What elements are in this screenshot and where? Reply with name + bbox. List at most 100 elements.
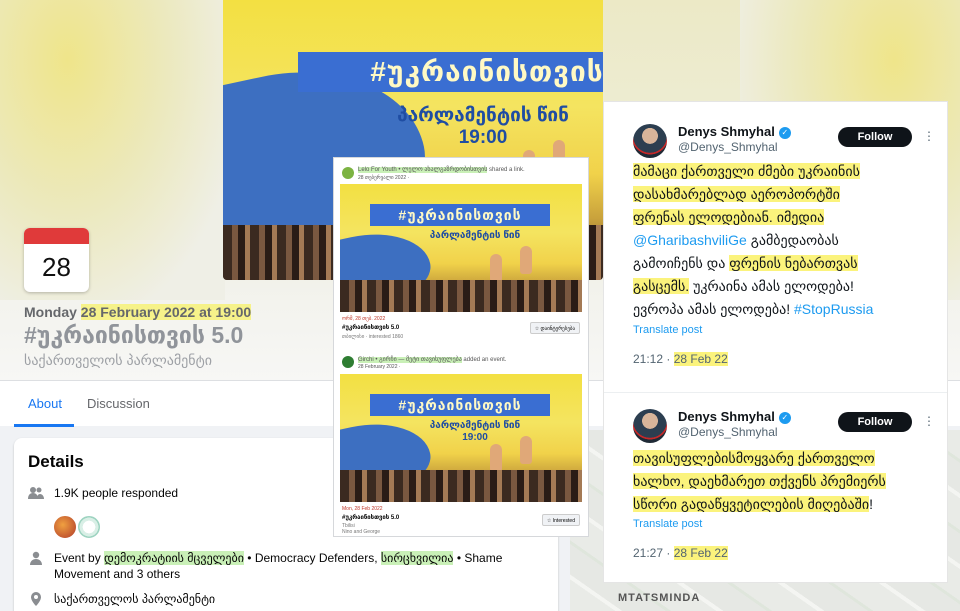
cover-hashtag: #უკრაინისთვის	[370, 394, 550, 416]
event-date-highlight: 28 February 2022 at 19:00	[80, 304, 252, 320]
cover-hashtag: #უკრაინისთვის	[298, 52, 603, 92]
avatar[interactable]	[342, 167, 354, 179]
post-date: 28 February 2022 ·	[358, 364, 401, 370]
tweet-time: 21:12 ·	[633, 352, 674, 366]
tweet-author-label: Denys Shmyhal	[678, 409, 775, 424]
cover-place: პარლამენტის წინ	[429, 230, 521, 241]
more-options-icon[interactable]: ⋮	[923, 414, 935, 428]
raised-hand-shape	[490, 444, 502, 472]
cover-subtitle: პარლამენტის წინ 19:00	[373, 105, 593, 149]
avatar[interactable]	[633, 124, 667, 158]
active-tab-indicator	[14, 424, 74, 427]
tweet-line: ფრენას ელოდებიან. იმედია	[633, 209, 825, 225]
person-icon	[30, 551, 42, 565]
post-action: added an event.	[461, 357, 507, 363]
host-link[interactable]: სირცხვილია	[380, 551, 454, 565]
cover-time: 19:00	[462, 432, 488, 443]
follow-button[interactable]: Follow	[838, 127, 912, 147]
event-location[interactable]: საქართველოს პარლამენტი	[24, 352, 212, 369]
tweet-line: !	[869, 496, 873, 512]
event-card-meta: თბილისი · interested 1860	[342, 334, 404, 340]
tweet: Denys Shmyhal ✓ @Denys_Shmyhal Follow ⋮ მ…	[604, 102, 947, 392]
tweet-date: 28 Feb 22	[673, 546, 728, 560]
tweet-line: სწორი გადაწყვეტილების მიღებაში	[633, 496, 870, 512]
crowd-shape	[340, 470, 582, 502]
more-options-icon[interactable]: ⋮	[923, 129, 935, 143]
post-author[interactable]: Lelo For Youth • ლელო ახალგაზრდობისთვის	[358, 167, 488, 173]
cover-time: 19:00	[458, 127, 508, 148]
cover-subtitle: პარლამენტის წინ	[400, 230, 550, 242]
follow-button[interactable]: Follow	[838, 412, 912, 432]
event-day-number: 28	[42, 252, 71, 282]
cover-place: პარლამენტის წინ	[397, 105, 569, 126]
event-card-title[interactable]: #უკრაინისთვის 5.0	[342, 514, 399, 521]
event-hosts: Event by დემოკრატიის მცველები • Democrac…	[54, 550, 544, 582]
interested-button[interactable]: ☆ Interested	[541, 514, 580, 526]
mention-link[interactable]: @GharibashviliGe	[633, 232, 747, 248]
interested-button[interactable]: ☆ დაინტერესება	[529, 322, 580, 334]
cover-subtitle: პარლამენტის წინ 19:00	[400, 420, 550, 444]
post-author[interactable]: Girchi • გირჩი — მეტი თავისუფლება	[358, 357, 462, 363]
avatar[interactable]	[342, 356, 354, 368]
event-card-date: ორშ, 28 თებ. 2022	[342, 316, 386, 322]
tweets-panel: Denys Shmyhal ✓ @Denys_Shmyhal Follow ⋮ მ…	[604, 102, 947, 582]
tweet-timestamp[interactable]: 21:27 · 28 Feb 22	[633, 546, 728, 560]
tweet-text: თავისუფლებისმოყვარე ქართველო ხალხო, დაეხ…	[633, 447, 933, 516]
post-header: Lelo For Youth • ლელო ახალგაზრდობისთვის …	[358, 166, 525, 173]
post-header: Girchi • გირჩი — მეტი თავისუფლება added …	[358, 356, 506, 363]
event-cover-image[interactable]: #უკრაინისთვის პარლამენტის წინ	[340, 184, 582, 312]
cover-place: პარლამენტის წინ	[429, 420, 521, 431]
raised-hand-shape	[490, 254, 502, 282]
event-weekday: Monday	[24, 304, 81, 320]
map-district-label: MTATSMINDA	[618, 592, 701, 604]
tweet-line: უკრაინა ამას ელოდება!	[689, 278, 854, 294]
tweet-date: 28 Feb 22	[673, 352, 728, 366]
event-card-date: Mon, 28 Feb 2022	[342, 506, 383, 512]
event-title: #უკრაინისთვის 5.0	[24, 322, 244, 348]
hashtag-link[interactable]: #StopRussia	[794, 301, 873, 317]
tweet-line: ხალხო, დაეხმარეთ თქვენს პრემიერს	[633, 473, 886, 489]
avatar[interactable]	[633, 409, 667, 443]
tweet-handle[interactable]: @Denys_Shmyhal	[678, 425, 778, 439]
tweet-line: ევროპა ამას ელოდება!	[633, 301, 794, 317]
tweet-author-name[interactable]: Denys Shmyhal ✓	[678, 124, 791, 139]
responded-count[interactable]: 1.9K people responded	[54, 486, 178, 500]
host-name-text: • Democracy Defenders,	[243, 551, 381, 565]
tab-discussion[interactable]: Discussion	[87, 396, 150, 411]
details-title: Details	[28, 452, 84, 471]
tweet-timestamp[interactable]: 21:12 · 28 Feb 22	[633, 352, 728, 366]
tweet-author-name[interactable]: Denys Shmyhal ✓	[678, 409, 791, 424]
verified-badge-icon: ✓	[778, 412, 791, 424]
avatar[interactable]	[52, 514, 78, 540]
event-by-label: Event by	[54, 551, 105, 565]
tweet-line: გამოიჩენს და	[633, 255, 730, 271]
host-link[interactable]: დემოკრატიის მცველები	[104, 551, 244, 565]
others-link[interactable]: and 3 others	[110, 567, 180, 581]
tweet-line: გამბედაობას	[746, 232, 839, 248]
tab-about[interactable]: About	[28, 396, 62, 411]
crowd-shape	[340, 280, 582, 312]
tweet-line: თავისუფლებისმოყვარე ქართველო	[633, 450, 875, 466]
tweet-line: ფრენის ნებართვას	[729, 255, 858, 271]
calendar-top-bar	[24, 228, 89, 244]
location-pin-icon	[31, 592, 41, 606]
tweet-handle[interactable]: @Denys_Shmyhal	[678, 140, 778, 154]
post-date: 28 თებერვალი 2022 ·	[358, 175, 410, 181]
translate-link[interactable]: Translate post	[633, 518, 702, 530]
shared-posts-panel: Lelo For Youth • ლელო ახალგაზრდობისთვის …	[334, 158, 588, 536]
post-action: shared a link.	[487, 167, 525, 173]
tweet-line: მამაცი ქართველი ძმები უკრაინის	[633, 163, 860, 179]
verified-badge-icon: ✓	[778, 127, 791, 139]
event-card-meta: Nino and George	[342, 529, 381, 535]
event-card-title[interactable]: #უკრაინისთვის 5.0	[342, 324, 399, 331]
tweet-author-label: Denys Shmyhal	[678, 124, 775, 139]
location-link[interactable]: საქართველოს პარლამენტი	[54, 592, 215, 606]
translate-link[interactable]: Translate post	[633, 324, 702, 336]
avatar[interactable]	[76, 514, 102, 540]
raised-hand-shape	[520, 246, 532, 274]
event-cover-image[interactable]: #უკრაინისთვის პარლამენტის წინ 19:00	[340, 374, 582, 502]
tweet-line: გასცემს.	[633, 278, 690, 294]
tweet-time: 21:27 ·	[633, 546, 674, 560]
tweet-text: მამაცი ქართველი ძმები უკრაინის დასახმარე…	[633, 160, 933, 321]
cover-hashtag: #უკრაინისთვის	[370, 204, 550, 226]
